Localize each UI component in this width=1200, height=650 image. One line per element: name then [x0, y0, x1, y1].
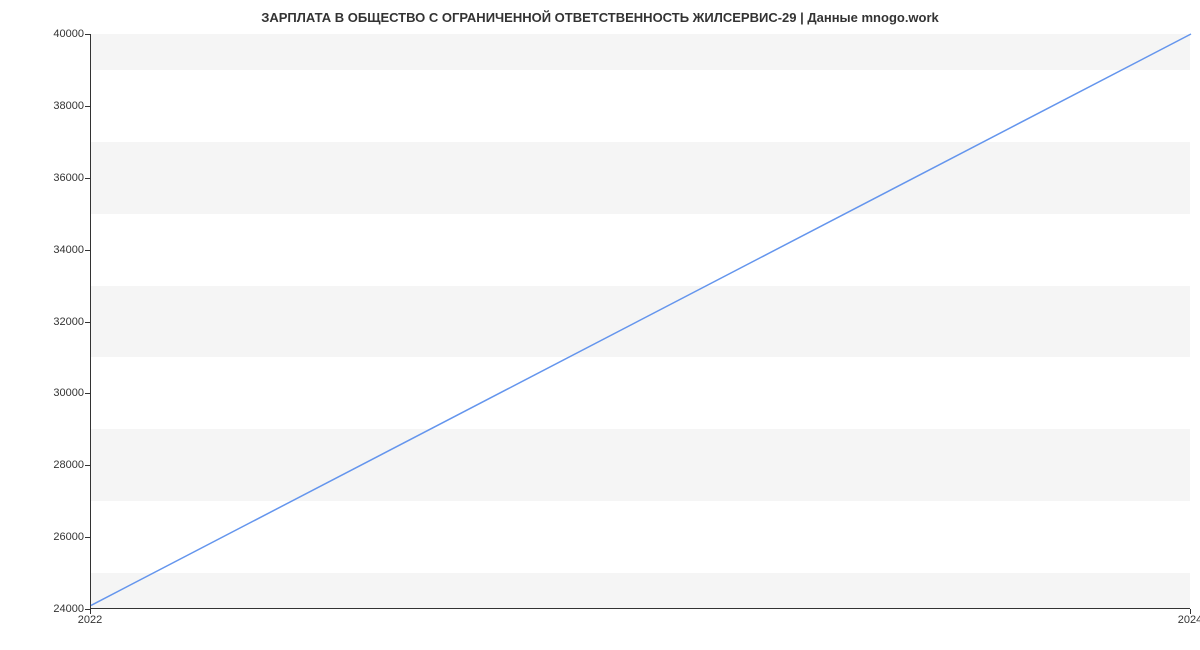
y-tick-mark [85, 34, 90, 35]
y-tick-mark [85, 250, 90, 251]
chart-line [91, 34, 1191, 609]
y-tick-label: 40000 [4, 28, 84, 40]
y-tick-label: 24000 [4, 603, 84, 615]
x-tick-mark [90, 609, 91, 614]
y-tick-label: 38000 [4, 100, 84, 112]
y-tick-mark [85, 106, 90, 107]
y-tick-label: 36000 [4, 172, 84, 184]
y-tick-label: 32000 [4, 316, 84, 328]
y-tick-mark [85, 393, 90, 394]
y-tick-mark [85, 178, 90, 179]
y-tick-mark [85, 537, 90, 538]
chart-plot [90, 34, 1190, 609]
y-tick-label: 30000 [4, 387, 84, 399]
plot-area [90, 34, 1190, 609]
y-tick-label: 26000 [4, 531, 84, 543]
x-tick-label: 2024 [1178, 614, 1200, 626]
y-tick-label: 28000 [4, 459, 84, 471]
y-tick-label: 34000 [4, 244, 84, 256]
x-tick-mark [1190, 609, 1191, 614]
x-tick-label: 2022 [78, 614, 102, 626]
y-tick-mark [85, 465, 90, 466]
y-tick-mark [85, 322, 90, 323]
chart-title: ЗАРПЛАТА В ОБЩЕСТВО С ОГРАНИЧЕННОЙ ОТВЕТ… [0, 0, 1200, 31]
